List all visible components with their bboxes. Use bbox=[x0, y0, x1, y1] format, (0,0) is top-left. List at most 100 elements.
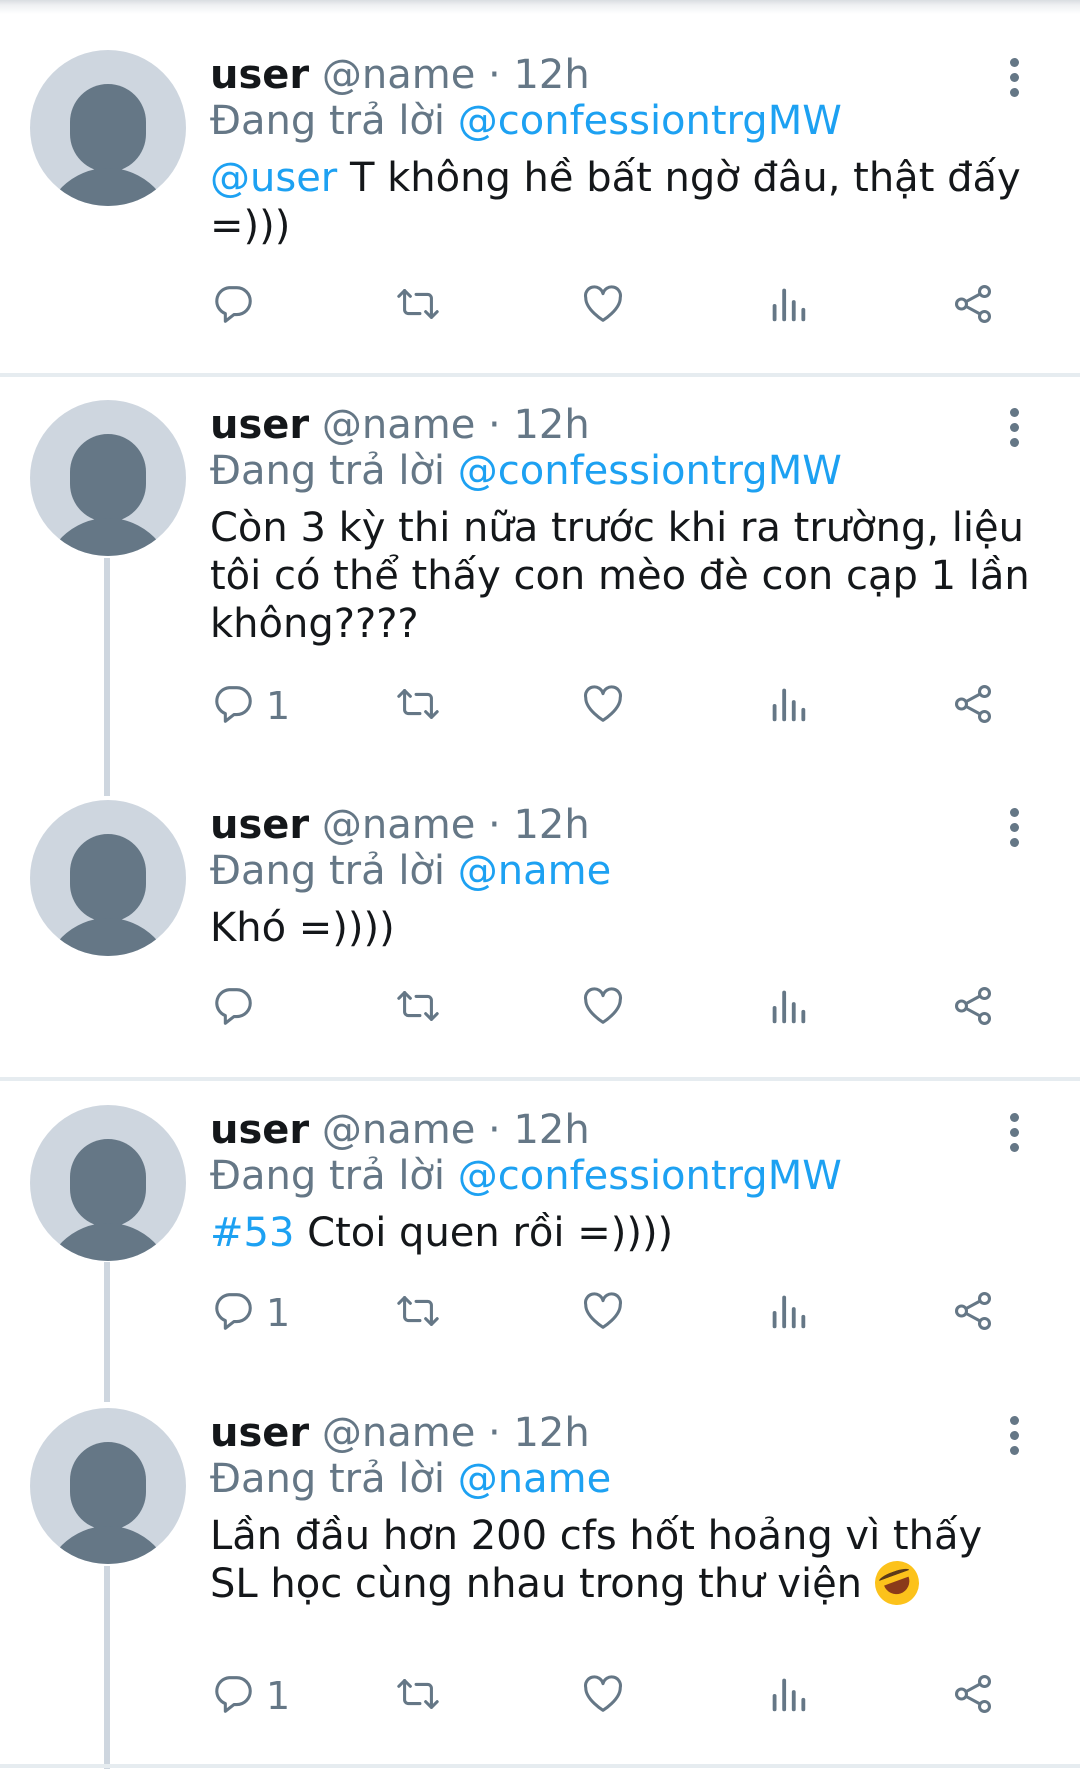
user-handle: @name bbox=[321, 802, 476, 848]
avatar[interactable] bbox=[30, 50, 186, 206]
replying-to-link[interactable]: @name bbox=[458, 848, 611, 894]
tweet[interactable]: user @name · 12h Đang trả lời @name Khó … bbox=[0, 800, 1080, 1050]
replying-to-link[interactable]: @confessiontrgMW bbox=[458, 98, 842, 144]
hashtag-link[interactable]: #53 bbox=[210, 1210, 294, 1256]
display-name[interactable]: user bbox=[210, 802, 309, 848]
tweet[interactable]: user @name · 12h Đang trả lời @name Lần … bbox=[0, 1408, 1080, 1748]
retweet-button[interactable] bbox=[395, 1668, 441, 1724]
share-icon bbox=[950, 1288, 996, 1338]
mention-link[interactable]: @user bbox=[210, 155, 337, 201]
analytics-button[interactable] bbox=[765, 278, 811, 334]
share-button[interactable] bbox=[950, 1668, 996, 1724]
reply-icon bbox=[210, 281, 256, 331]
replying-to-link[interactable]: @confessiontrgMW bbox=[458, 1153, 842, 1199]
timestamp[interactable]: 12h bbox=[513, 402, 589, 448]
like-button[interactable] bbox=[580, 980, 626, 1036]
avatar[interactable] bbox=[30, 400, 186, 556]
replying-to-label: Đang trả lời bbox=[210, 848, 446, 894]
separator-dot: · bbox=[488, 802, 501, 848]
timestamp[interactable]: 12h bbox=[513, 1410, 589, 1456]
like-button[interactable] bbox=[580, 1668, 626, 1724]
share-icon bbox=[950, 983, 996, 1033]
share-icon bbox=[950, 681, 996, 731]
analytics-button[interactable] bbox=[765, 980, 811, 1036]
retweet-button[interactable] bbox=[395, 278, 441, 334]
timestamp[interactable]: 12h bbox=[513, 52, 589, 98]
replying-to: Đang trả lời @confessiontrgMW bbox=[210, 1151, 842, 1201]
separator-dot: · bbox=[488, 402, 501, 448]
share-button[interactable] bbox=[950, 1285, 996, 1341]
more-icon[interactable] bbox=[1000, 404, 1030, 452]
retweet-button[interactable] bbox=[395, 1285, 441, 1341]
retweet-button[interactable] bbox=[395, 678, 441, 734]
share-button[interactable] bbox=[950, 678, 996, 734]
divider bbox=[0, 1764, 1080, 1768]
replying-to-link[interactable]: @name bbox=[458, 1456, 611, 1502]
more-icon[interactable] bbox=[1000, 1109, 1030, 1157]
retweet-icon bbox=[395, 681, 441, 731]
user-handle: @name bbox=[321, 52, 476, 98]
tweet-header: user @name · 12h bbox=[210, 1105, 590, 1155]
reply-button[interactable]: 1 bbox=[210, 1668, 290, 1724]
tweet-text: Khó =)))) bbox=[210, 904, 1040, 952]
retweet-icon bbox=[395, 281, 441, 331]
tweet[interactable]: user @name · 12h Đang trả lời @confessio… bbox=[0, 50, 1080, 350]
tweet-actions: 1 bbox=[0, 678, 1080, 734]
display-name[interactable]: user bbox=[210, 402, 309, 448]
reply-icon bbox=[210, 1288, 256, 1338]
rolling-on-floor-laughing-emoji bbox=[868, 1554, 925, 1612]
replying-to-label: Đang trả lời bbox=[210, 1153, 446, 1199]
avatar[interactable] bbox=[30, 1408, 186, 1564]
reply-icon bbox=[210, 983, 256, 1033]
divider bbox=[0, 373, 1080, 377]
separator-dot: · bbox=[488, 1410, 501, 1456]
avatar[interactable] bbox=[30, 1105, 186, 1261]
replying-to: Đang trả lời @confessiontrgMW bbox=[210, 446, 842, 496]
reply-button[interactable]: 1 bbox=[210, 678, 290, 734]
display-name[interactable]: user bbox=[210, 52, 309, 98]
tweet-header: user @name · 12h bbox=[210, 1408, 590, 1458]
tweet-text: Lần đầu hơn 200 cfs hốt hoảng vì thấy SL… bbox=[210, 1512, 1040, 1612]
tweet-body: Lần đầu hơn 200 cfs hốt hoảng vì thấy SL… bbox=[210, 1513, 983, 1607]
like-button[interactable] bbox=[580, 678, 626, 734]
more-icon[interactable] bbox=[1000, 54, 1030, 102]
tweet-header: user @name · 12h bbox=[210, 400, 590, 450]
share-icon bbox=[950, 281, 996, 331]
reply-count: 1 bbox=[266, 684, 291, 728]
replying-to-link[interactable]: @confessiontrgMW bbox=[458, 448, 842, 494]
separator-dot: · bbox=[488, 52, 501, 98]
tweet[interactable]: user @name · 12h Đang trả lời @confessio… bbox=[0, 1105, 1080, 1365]
replying-to-label: Đang trả lời bbox=[210, 448, 446, 494]
tweet-text: #53 Ctoi quen rồi =)))) bbox=[210, 1209, 1040, 1257]
analytics-button[interactable] bbox=[765, 1285, 811, 1341]
like-icon bbox=[580, 983, 626, 1033]
more-icon[interactable] bbox=[1000, 1412, 1030, 1460]
reply-count: 1 bbox=[266, 1674, 291, 1718]
share-button[interactable] bbox=[950, 278, 996, 334]
like-button[interactable] bbox=[580, 1285, 626, 1341]
reply-button[interactable] bbox=[210, 278, 266, 334]
timestamp[interactable]: 12h bbox=[513, 802, 589, 848]
reply-button[interactable]: 1 bbox=[210, 1285, 290, 1341]
display-name[interactable]: user bbox=[210, 1410, 309, 1456]
share-icon bbox=[950, 1671, 996, 1721]
user-handle: @name bbox=[321, 1410, 476, 1456]
avatar[interactable] bbox=[30, 800, 186, 956]
analytics-icon bbox=[765, 281, 811, 331]
tweet[interactable]: user @name · 12h Đang trả lời @confessio… bbox=[0, 400, 1080, 760]
analytics-button[interactable] bbox=[765, 678, 811, 734]
reply-icon bbox=[210, 1671, 256, 1721]
replying-to-label: Đang trả lời bbox=[210, 1456, 446, 1502]
tweet-actions bbox=[0, 278, 1080, 334]
analytics-icon bbox=[765, 983, 811, 1033]
share-button[interactable] bbox=[950, 980, 996, 1036]
more-icon[interactable] bbox=[1000, 804, 1030, 852]
like-button[interactable] bbox=[580, 278, 626, 334]
display-name[interactable]: user bbox=[210, 1107, 309, 1153]
timestamp[interactable]: 12h bbox=[513, 1107, 589, 1153]
reply-button[interactable] bbox=[210, 980, 266, 1036]
top-edge-shadow bbox=[0, 0, 1080, 14]
analytics-button[interactable] bbox=[765, 1668, 811, 1724]
retweet-icon bbox=[395, 1288, 441, 1338]
retweet-button[interactable] bbox=[395, 980, 441, 1036]
